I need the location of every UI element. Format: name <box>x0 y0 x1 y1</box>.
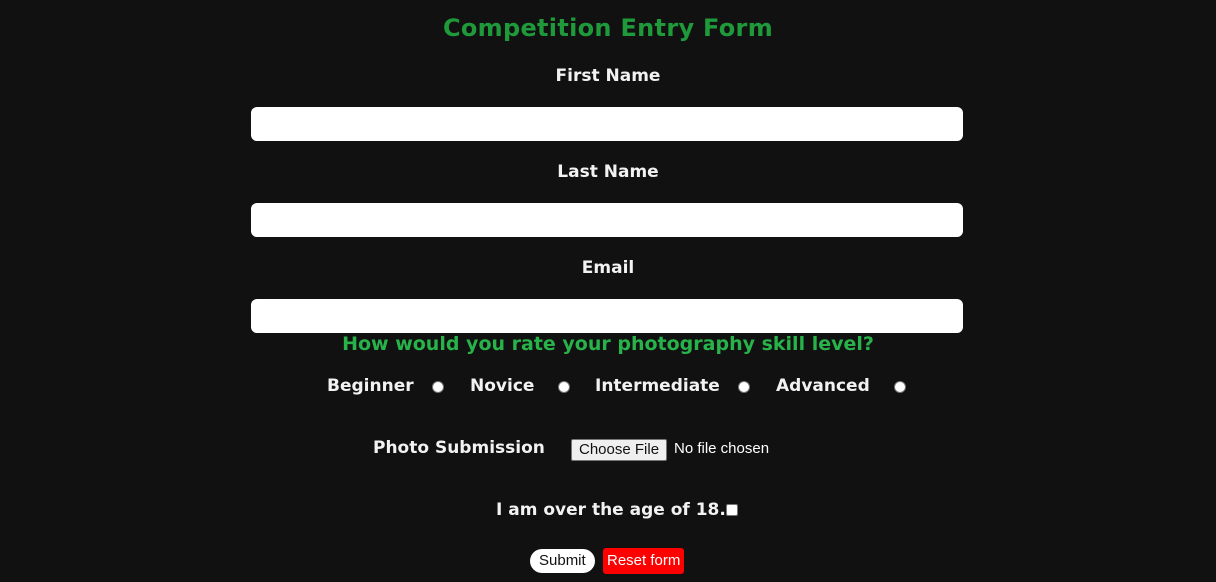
page-title: Competition Entry Form <box>442 14 774 42</box>
skill-option-intermediate-radio[interactable] <box>738 381 750 393</box>
reset-form-button[interactable]: Reset form <box>603 548 685 574</box>
skill-option-intermediate-label: Intermediate <box>595 376 720 396</box>
skill-option-novice-radio[interactable] <box>558 381 570 393</box>
skill-option-beginner-radio[interactable] <box>432 381 444 393</box>
age-confirmation-checkbox[interactable] <box>726 504 738 516</box>
email-label: Email <box>581 258 635 278</box>
first-name-input[interactable] <box>251 107 963 141</box>
age-confirmation-label: I am over the age of 18. <box>496 500 726 520</box>
skill-option-advanced-label: Advanced <box>776 376 870 396</box>
email-input[interactable] <box>251 299 963 333</box>
file-status-text: No file chosen <box>674 440 770 457</box>
choose-file-button[interactable]: Choose File <box>571 439 668 461</box>
last-name-input[interactable] <box>251 203 963 237</box>
first-name-label: First Name <box>555 66 661 86</box>
skill-option-beginner-label: Beginner <box>327 376 414 396</box>
skill-option-novice-label: Novice <box>470 376 535 396</box>
last-name-label: Last Name <box>557 162 659 182</box>
entry-form-page: Competition Entry Form First Name Last N… <box>0 0 1216 582</box>
skill-level-options: Beginner Novice Intermediate Advanced <box>0 376 1216 400</box>
photo-submission-label: Photo Submission <box>373 438 545 458</box>
skill-level-question: How would you rate your photography skil… <box>342 333 874 355</box>
submit-button[interactable]: Submit <box>530 549 595 573</box>
skill-option-advanced-radio[interactable] <box>894 381 906 393</box>
